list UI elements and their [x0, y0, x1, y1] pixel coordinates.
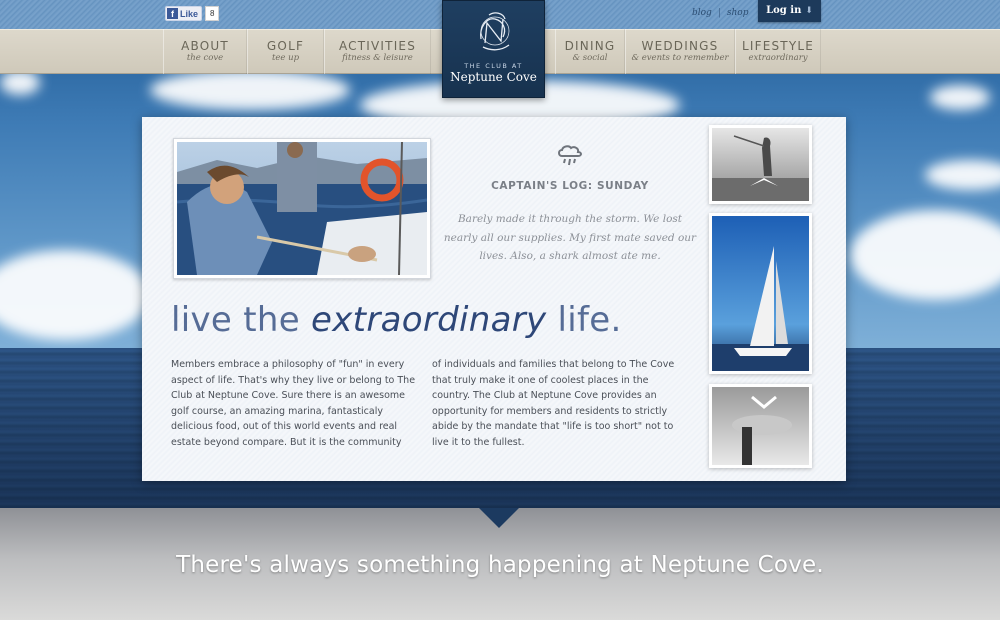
facebook-icon: f	[167, 8, 178, 19]
login-label: Log in	[766, 5, 802, 16]
facebook-like[interactable]: f Like 8	[165, 6, 220, 21]
nav-item-golf[interactable]: GOLF tee up	[247, 29, 324, 74]
captains-log-title: CAPTAIN'S LOG: SUNDAY	[491, 180, 649, 192]
nav-sublabel: tee up	[271, 53, 300, 63]
nav-item-activities[interactable]: ACTIVITIES fitness & leisure	[324, 29, 431, 74]
blog-link[interactable]: blog	[692, 8, 712, 18]
club-logo[interactable]: THE CLUB AT Neptune Cove	[442, 0, 545, 98]
nav-sublabel: the cove	[186, 53, 224, 63]
nav-item-about[interactable]: ABOUT the cove	[163, 29, 247, 74]
top-links-separator: |	[717, 8, 721, 18]
logo-tagline: THE CLUB AT	[464, 62, 523, 70]
nav-sublabel: & social	[572, 53, 608, 63]
nav-sublabel: extraordinary	[748, 53, 808, 63]
shop-link[interactable]: shop	[727, 8, 749, 18]
thumbnail-sailboat[interactable]	[709, 213, 812, 374]
facebook-like-count: 8	[205, 6, 220, 21]
cloud	[930, 85, 990, 110]
headline-part: life.	[546, 300, 622, 340]
footer-tagline: There's always something happening at Ne…	[176, 552, 824, 578]
nav-sublabel: & events to remember	[631, 53, 729, 63]
body-text-column-2: of individuals and families that belong …	[432, 359, 675, 448]
footer-notch	[479, 508, 519, 528]
facebook-like-label: Like	[180, 8, 199, 19]
cloud	[150, 70, 350, 110]
nav-label: DINING	[564, 39, 616, 53]
nav-label: WEDDINGS	[641, 39, 719, 53]
monogram-icon	[480, 12, 510, 51]
arrow-down-icon: ⬇	[805, 6, 813, 16]
thumbnail-golfer[interactable]	[709, 125, 812, 204]
nav-label: LIFESTYLE	[741, 39, 815, 53]
headline: live the extraordinary life.	[171, 300, 622, 340]
headline-part: live the	[171, 300, 312, 340]
thumbnail-dining[interactable]	[709, 384, 812, 468]
captains-log-body: Barely made it through the storm. We los…	[443, 213, 697, 262]
nav-label: ABOUT	[181, 39, 229, 53]
login-button[interactable]: Log in ⬇	[758, 0, 821, 22]
top-links: blog | shop	[692, 8, 748, 18]
facebook-like-button[interactable]: f Like	[165, 6, 203, 21]
body-text-column-1: Members embrace a philosophy of "fun" in…	[171, 359, 416, 448]
nav-item-lifestyle[interactable]: LIFESTYLE extraordinary	[735, 29, 821, 74]
nav-item-weddings[interactable]: WEDDINGS & events to remember	[625, 29, 735, 74]
nav-item-dining[interactable]: DINING & social	[555, 29, 625, 74]
nav-label: GOLF	[266, 39, 305, 53]
cloud-rain-icon	[558, 145, 582, 166]
nav-sublabel: fitness & leisure	[342, 53, 413, 63]
nav-label: ACTIVITIES	[338, 39, 417, 53]
headline-emphasis: extraordinary	[311, 300, 547, 340]
logo-name: Neptune Cove	[450, 70, 537, 84]
sailing-photo	[173, 138, 431, 279]
